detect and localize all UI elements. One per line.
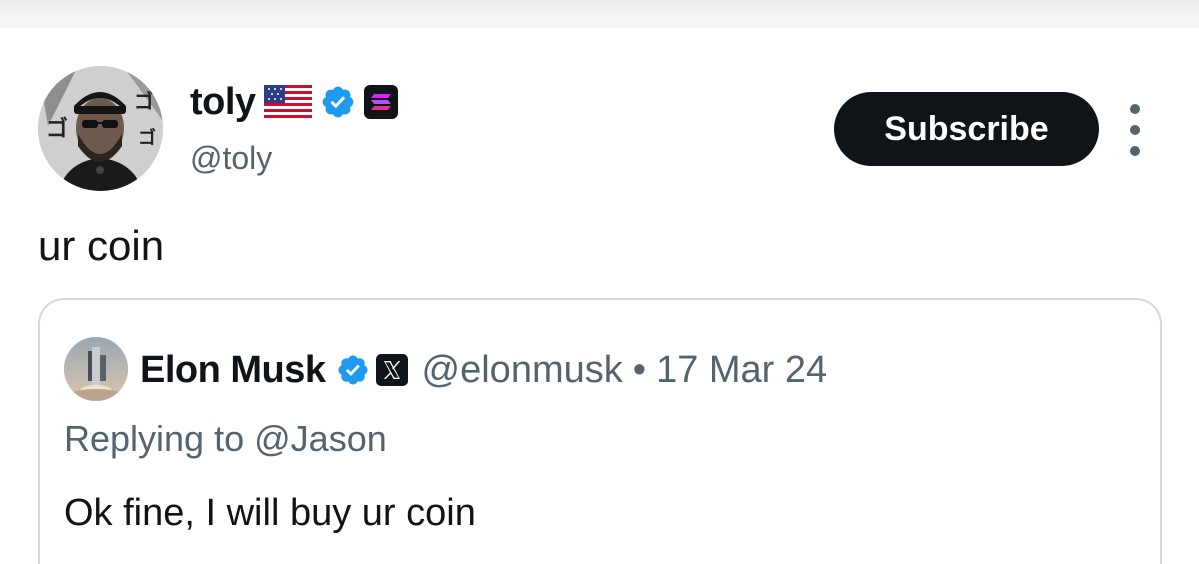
author-name-row: toly bbox=[190, 80, 398, 124]
svg-text:ゴ: ゴ bbox=[134, 89, 154, 113]
svg-text:ゴ: ゴ bbox=[46, 116, 68, 142]
more-vertical-icon[interactable] bbox=[1122, 104, 1148, 156]
tweet-text: ur coin bbox=[38, 222, 165, 269]
replying-to: Replying to @Jason bbox=[64, 418, 387, 460]
author-handle[interactable]: @toly bbox=[190, 140, 272, 177]
subscribe-button[interactable]: Subscribe bbox=[834, 92, 1099, 166]
svg-text:ゴ: ゴ bbox=[138, 127, 156, 149]
author-avatar[interactable]: ゴ ゴ ゴ bbox=[38, 66, 163, 191]
more-dot bbox=[1130, 104, 1140, 114]
verified-badge-icon[interactable] bbox=[336, 353, 370, 387]
us-flag-icon bbox=[263, 85, 312, 119]
quoted-author-handle[interactable]: @elonmusk bbox=[422, 349, 623, 392]
separator-dot: • bbox=[632, 348, 647, 391]
quoted-tweet-text: Ok fine, I will buy ur coin bbox=[64, 492, 476, 534]
solana-logo-icon[interactable] bbox=[363, 85, 398, 119]
top-strip bbox=[0, 0, 1199, 28]
verified-badge-icon[interactable] bbox=[320, 84, 356, 120]
quoted-tweet-card[interactable]: Elon Musk @elonmusk • 17 Mar 24 Replying… bbox=[38, 298, 1162, 564]
quoted-tweet-date[interactable]: 17 Mar 24 bbox=[656, 349, 827, 392]
quoted-author-avatar[interactable] bbox=[64, 337, 128, 401]
more-dot bbox=[1130, 125, 1140, 135]
quoted-author-name[interactable]: Elon Musk bbox=[140, 349, 326, 392]
x-logo-icon[interactable] bbox=[375, 354, 408, 386]
replying-prefix: Replying to bbox=[64, 418, 245, 459]
replying-to-mention[interactable]: @Jason bbox=[254, 418, 387, 459]
author-display-name[interactable]: toly bbox=[190, 81, 256, 124]
more-dot bbox=[1130, 146, 1140, 156]
quoted-tweet-header: Elon Musk @elonmusk • 17 Mar 24 bbox=[140, 348, 827, 392]
